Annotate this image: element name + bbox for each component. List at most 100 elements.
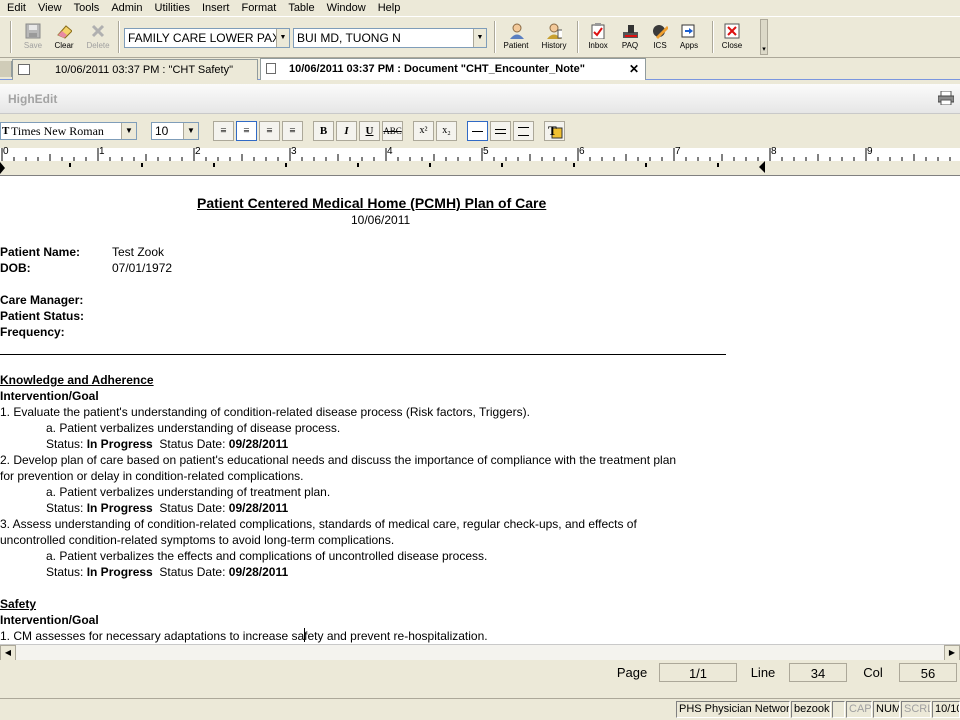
align-right-button[interactable]: ≡ (259, 121, 280, 141)
page-label: Page (616, 665, 648, 680)
text-color-button[interactable]: T (544, 121, 565, 141)
one-half-spacing-button[interactable] (490, 121, 511, 141)
italic-button[interactable]: I (336, 121, 357, 141)
delete-button[interactable]: Delete (82, 19, 114, 55)
close-tab-icon[interactable]: ✕ (629, 59, 639, 79)
format-toolbar: T Times New Roman ▼ 10 ▼ ≡ ≡ ≡ ≡ B I U A… (0, 118, 960, 144)
menu-table[interactable]: Table (283, 0, 321, 16)
col-label: Col (863, 665, 883, 680)
italic-icon: I (344, 125, 349, 137)
document-title: Patient Centered Medical Home (PCMH) Pla… (197, 195, 547, 211)
patient-icon (508, 23, 524, 39)
double-spacing-button[interactable] (513, 121, 534, 141)
toolbar-separator (10, 21, 12, 53)
history-label: History (541, 41, 567, 50)
history-button[interactable]: History (538, 19, 570, 55)
section-subheading: Intervention/Goal (0, 389, 99, 403)
tab-cht-encounter-note[interactable]: 10/06/2011 03:37 PM : Document "CHT_Enco… (260, 58, 646, 80)
subscript-icon: x₂ (442, 125, 451, 136)
align-left-button[interactable]: ≡ (213, 121, 234, 141)
editor-header: HighEdit (0, 84, 960, 114)
horizontal-scrollbar[interactable]: ◀ ▶ (0, 644, 960, 661)
patient-status-label: Patient Status: (0, 309, 85, 323)
font-size-select[interactable]: 10 ▼ (151, 122, 199, 140)
tab-scroll-left[interactable] (0, 61, 12, 77)
paq-button[interactable]: PAQ (614, 19, 646, 55)
floppy-disk-icon (25, 23, 41, 39)
chevron-down-icon[interactable]: ▼ (183, 123, 198, 139)
caps-lock-indicator: CAP (846, 701, 872, 718)
toolbar-separator (577, 21, 579, 53)
document-status-bar: Page 1/1 Line 34 Col 56 (0, 660, 960, 684)
underline-button[interactable]: U (359, 121, 380, 141)
printer-icon[interactable] (937, 90, 955, 106)
ruler-number: 9 (867, 146, 873, 157)
ruler-number: 2 (195, 146, 201, 157)
section-heading: Knowledge and Adherence (0, 373, 154, 387)
location-combo[interactable]: FAMILY CARE LOWER PAX ▼ (124, 28, 290, 48)
clear-label: Clear (54, 41, 74, 50)
toolbar-overflow-chevron-icon[interactable]: ▾ (760, 19, 768, 55)
font-name-select[interactable]: T Times New Roman ▼ (0, 122, 137, 140)
line-label: Line (750, 665, 776, 680)
delete-label: Delete (86, 41, 110, 50)
truetype-font-icon: T (2, 125, 10, 137)
justify-button[interactable]: ≡ (282, 121, 303, 141)
close-button[interactable]: Close (716, 19, 748, 55)
superscript-icon: x² (419, 125, 428, 136)
align-center-button[interactable]: ≡ (236, 121, 257, 141)
menu-edit[interactable]: Edit (0, 0, 33, 16)
paq-stamp-icon (622, 23, 638, 39)
superscript-button[interactable]: x² (413, 121, 434, 141)
menu-window[interactable]: Window (322, 0, 373, 16)
menu-help[interactable]: Help (373, 0, 408, 16)
status-date-value: 09/28/2011 (228, 437, 289, 451)
chevron-down-icon[interactable]: ▼ (121, 123, 136, 139)
inbox-button[interactable]: Inbox (582, 19, 614, 55)
dob-value: 07/01/1972 (112, 261, 173, 275)
scroll-left-arrow-icon[interactable]: ◀ (0, 645, 16, 661)
bold-button[interactable]: B (313, 121, 334, 141)
apps-icon (681, 23, 697, 39)
patient-label: Patient (503, 41, 529, 50)
scroll-right-arrow-icon[interactable]: ▶ (944, 645, 960, 661)
align-left-icon: ≡ (220, 125, 227, 137)
goal-line: for prevention or delay in condition-rel… (0, 469, 304, 483)
status-date-prefix: Status Date: (152, 565, 229, 579)
single-spacing-button[interactable] (467, 121, 488, 141)
apps-button[interactable]: Apps (671, 19, 707, 55)
right-margin-marker-icon[interactable] (759, 161, 765, 173)
status-panel-blank (832, 701, 845, 718)
patient-name-value: Test Zook (112, 245, 165, 259)
menu-view[interactable]: View (33, 0, 69, 16)
underline-icon: U (365, 125, 374, 137)
ics-label: ICS (653, 41, 667, 50)
provider-value: BUI MD, TUONG N (297, 31, 401, 45)
left-margin-marker-icon[interactable] (0, 162, 5, 174)
menu-tools[interactable]: Tools (69, 0, 107, 16)
chevron-down-icon[interactable]: ▼ (473, 29, 486, 47)
chevron-down-icon[interactable]: ▼ (276, 29, 289, 47)
menu-utilities[interactable]: Utilities (150, 0, 197, 16)
tab-label: 10/06/2011 03:37 PM : "CHT Safety" (55, 64, 234, 76)
tab-cht-safety[interactable]: 10/06/2011 03:37 PM : "CHT Safety" (12, 59, 258, 80)
double-spacing-icon (518, 127, 529, 136)
menu-format[interactable]: Format (236, 0, 283, 16)
status-date-prefix: Status Date: (152, 501, 229, 515)
document-icon (266, 63, 276, 74)
goal-line: uncontrolled condition-related symptoms … (0, 533, 395, 547)
save-button[interactable]: Save (17, 19, 49, 55)
date-panel: 10/10 (932, 701, 960, 718)
menu-admin[interactable]: Admin (106, 0, 149, 16)
provider-combo[interactable]: BUI MD, TUONG N ▼ (293, 28, 487, 48)
subscript-button[interactable]: x₂ (436, 121, 457, 141)
toolbar-separator (494, 21, 496, 53)
ruler-number: 3 (291, 146, 297, 157)
patient-button[interactable]: Patient (500, 19, 532, 55)
menu-insert[interactable]: Insert (197, 0, 237, 16)
document-body[interactable]: Patient Centered Medical Home (PCMH) Pla… (0, 176, 960, 644)
ics-icon (652, 23, 668, 39)
status-prefix: Status: (46, 565, 87, 579)
strikethrough-button[interactable]: ABC (382, 121, 403, 141)
clear-button[interactable]: Clear (48, 19, 80, 55)
